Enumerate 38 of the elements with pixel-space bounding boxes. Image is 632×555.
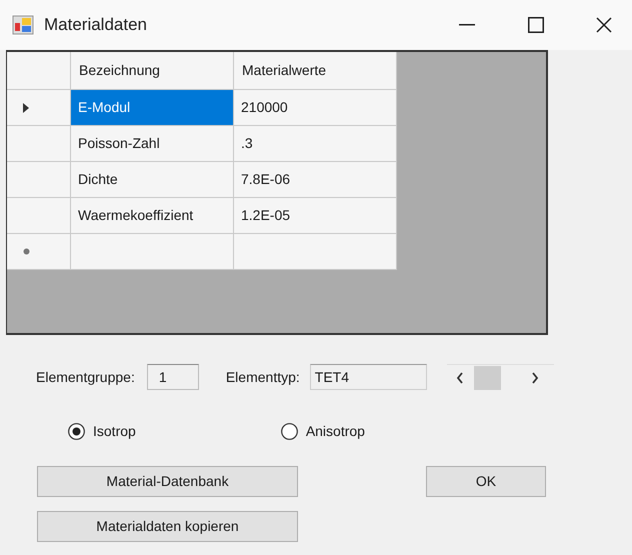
scroll-right-icon[interactable] xyxy=(530,372,539,384)
table-cell[interactable]: Poisson-Zahl xyxy=(71,126,234,162)
scroll-thumb[interactable] xyxy=(474,366,501,390)
material-database-button[interactable]: Material-Datenbank xyxy=(37,466,298,497)
table-cell[interactable] xyxy=(71,234,234,270)
maximize-icon xyxy=(528,17,544,33)
element-type-label: Elementtyp: xyxy=(226,368,300,387)
element-type-field[interactable]: TET4 xyxy=(310,364,427,390)
table-cell[interactable]: 7.8E-06 xyxy=(234,162,397,198)
row-header[interactable] xyxy=(7,90,71,126)
radio-option[interactable]: Anisotrop xyxy=(280,420,365,442)
row-header[interactable] xyxy=(7,234,71,270)
table-cell[interactable]: 1.2E-05 xyxy=(234,198,397,234)
copy-material-data-button[interactable]: Materialdaten kopieren xyxy=(37,511,298,542)
new-row-icon xyxy=(23,248,30,255)
radio-option[interactable]: Isotrop xyxy=(68,420,136,442)
table-cell[interactable]: Dichte xyxy=(71,162,234,198)
ok-button[interactable]: OK xyxy=(426,466,546,497)
element-group-label: Elementgruppe: xyxy=(36,368,135,387)
table-cell[interactable] xyxy=(234,234,397,270)
radio-button[interactable] xyxy=(280,422,298,440)
column-header[interactable]: Materialwerte xyxy=(234,52,397,90)
minimize-icon xyxy=(459,24,475,26)
element-group-field[interactable]: 1 xyxy=(146,364,199,390)
window-title: Materialdaten xyxy=(44,14,148,36)
close-icon xyxy=(596,17,612,33)
radio-button[interactable] xyxy=(68,422,85,440)
scroll-left-icon[interactable] xyxy=(456,372,464,384)
corner-header xyxy=(7,52,71,90)
column-header[interactable]: Bezeichnung xyxy=(71,52,234,90)
app-icon xyxy=(12,15,34,35)
table-cell[interactable]: Waermekoeffizient xyxy=(71,198,234,234)
table-cell[interactable]: E-Modul xyxy=(71,90,234,126)
row-header[interactable] xyxy=(7,198,71,234)
row-header[interactable] xyxy=(7,162,71,198)
table-cell[interactable]: 210000 xyxy=(234,90,397,126)
row-header[interactable] xyxy=(7,126,71,162)
table-cell[interactable]: .3 xyxy=(234,126,397,162)
